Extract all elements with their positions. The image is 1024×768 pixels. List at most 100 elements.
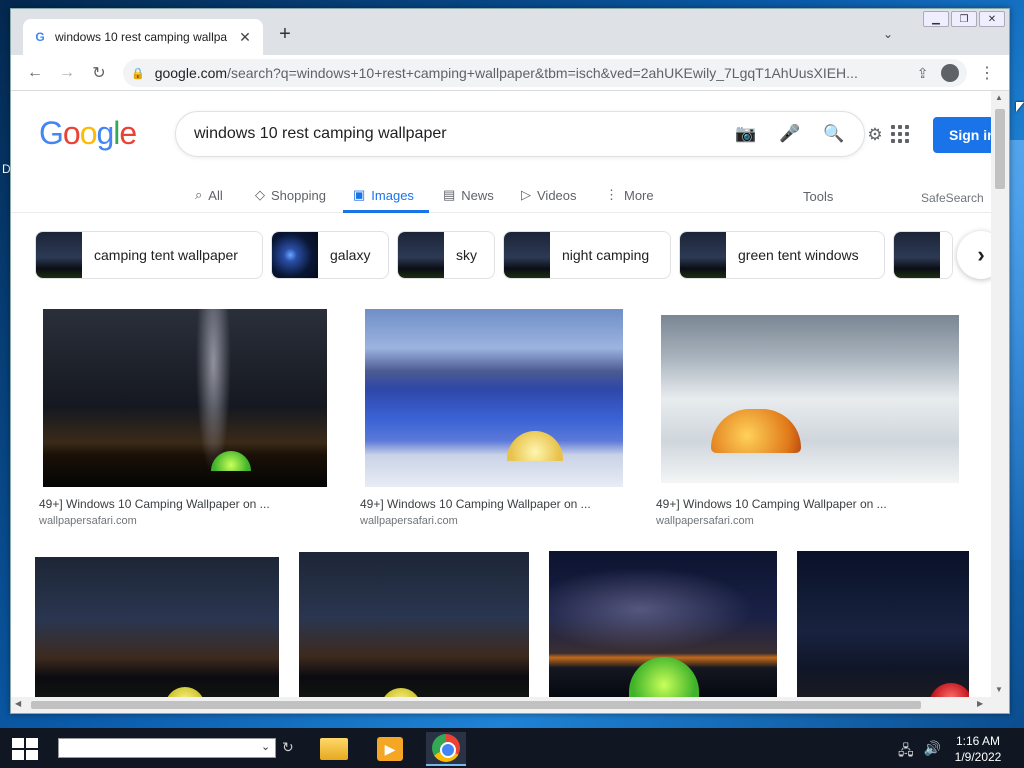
result-title[interactable]: 49+] Windows 10 Camping Wallpaper on ... (656, 497, 887, 511)
search-icon: ⌕ (195, 187, 203, 202)
horizontal-scroll-thumb[interactable] (31, 701, 921, 709)
result-image[interactable] (299, 552, 529, 697)
scroll-right-arrow-icon[interactable]: ▶ (977, 699, 983, 708)
chip-label: night camping (562, 247, 650, 263)
result-source[interactable]: wallpapersafari.com (39, 515, 137, 527)
tab-images[interactable]: ▣ Images (353, 183, 414, 207)
chip-galaxy[interactable]: galaxy (271, 231, 389, 279)
taskbar-clock[interactable]: 1:16 AM 1/9/2022 (948, 733, 1008, 765)
mouse-cursor-icon (1016, 102, 1024, 112)
microphone-icon[interactable]: 🎤 (778, 122, 802, 146)
more-vertical-icon: ⋮ (605, 187, 618, 202)
tab-more[interactable]: ⋮ More (605, 183, 654, 207)
tab-strip: G windows 10 rest camping wallpa ✕ + ⌄ ▁… (11, 9, 1009, 55)
address-bar[interactable]: 🔒 google.com/search?q=windows+10+rest+ca… (123, 59, 967, 87)
file-explorer-app[interactable] (314, 732, 354, 766)
url-text[interactable]: google.com/search?q=windows+10+rest+camp… (155, 65, 909, 81)
chrome-menu-icon[interactable]: ⋮ (979, 63, 995, 83)
tab-all[interactable]: ⌕ All (195, 183, 223, 207)
share-icon[interactable]: ⇪ (917, 65, 929, 82)
folder-icon (320, 738, 348, 760)
tab-news[interactable]: ▤ News (443, 183, 494, 207)
new-tab-button[interactable]: + (275, 24, 295, 45)
tools-button[interactable]: Tools (803, 189, 833, 204)
result-source[interactable]: wallpapersafari.com (656, 515, 754, 527)
camera-icon[interactable]: 📷 (734, 122, 758, 146)
chip-label: sky (456, 247, 477, 263)
tab-label: Videos (537, 187, 577, 203)
search-query-text[interactable]: windows 10 rest camping wallpaper (194, 125, 714, 143)
volume-icon[interactable]: 🔊 (924, 740, 941, 764)
browser-tab[interactable]: G windows 10 rest camping wallpa ✕ (23, 19, 263, 55)
tab-label: More (624, 187, 654, 203)
settings-gear-icon[interactable]: ⚙ (863, 123, 887, 147)
media-player-app[interactable]: ▶ (370, 732, 410, 766)
result-image[interactable] (35, 557, 279, 697)
google-favicon-icon: G (35, 30, 45, 44)
logo-letter: e (119, 115, 137, 151)
tab-label: Shopping (271, 187, 326, 203)
result-image[interactable] (549, 551, 777, 697)
scroll-down-arrow-icon[interactable]: ▼ (995, 685, 1003, 694)
result-image[interactable] (43, 309, 327, 487)
refresh-icon[interactable]: ↻ (282, 739, 294, 756)
result-title[interactable]: 49+] Windows 10 Camping Wallpaper on ... (39, 497, 270, 511)
chrome-icon (432, 734, 460, 762)
chevron-down-icon[interactable]: ⌄ (261, 740, 270, 753)
chip-label: green tent windows (738, 247, 859, 263)
chip-night-camping[interactable]: night camping (503, 231, 671, 279)
search-input[interactable]: windows 10 rest camping wallpaper 📷 🎤 🔍 (175, 111, 865, 157)
chrome-app[interactable] (426, 732, 466, 766)
chip-camping-tent-wallpaper[interactable]: camping tent wallpaper (35, 231, 263, 279)
chevron-right-icon[interactable]: › (957, 231, 991, 279)
chip-thumbnail (398, 232, 444, 278)
clock-time: 1:16 AM (955, 734, 1001, 748)
windows-start-icon[interactable] (12, 738, 40, 760)
close-tab-icon[interactable]: ✕ (237, 29, 253, 46)
tab-label: News (461, 187, 494, 203)
taskbar-search-input[interactable]: ⌄ (58, 738, 276, 758)
google-apps-icon[interactable] (891, 125, 909, 143)
logo-letter: o (62, 115, 81, 151)
chip-thumbnail (504, 232, 550, 278)
chip-label: camping tent wallpaper (94, 247, 238, 263)
chip-thumbnail (36, 232, 82, 278)
play-icon: ▷ (521, 187, 531, 202)
chip-partial[interactable] (893, 231, 953, 279)
chevron-down-icon[interactable]: ⌄ (883, 27, 893, 41)
close-window-button[interactable]: ✕ (979, 11, 1005, 27)
result-source[interactable]: wallpapersafari.com (360, 515, 458, 527)
vertical-scroll-thumb[interactable] (995, 109, 1005, 189)
maximize-button[interactable]: ❐ (951, 11, 977, 27)
result-image[interactable] (661, 315, 959, 483)
google-images-page: Google windows 10 rest camping wallpaper… (11, 91, 991, 697)
result-image[interactable] (365, 309, 623, 487)
google-logo[interactable]: Google (39, 115, 137, 152)
active-tab-indicator (343, 210, 429, 213)
result-image[interactable] (797, 551, 969, 697)
window-controls: ▁ ❐ ✕ (923, 11, 1005, 27)
forward-arrow-icon[interactable]: → (57, 63, 77, 83)
reload-icon[interactable]: ↻ (89, 63, 109, 83)
profile-avatar-icon[interactable] (941, 64, 959, 82)
minimize-button[interactable]: ▁ (923, 11, 949, 27)
chip-green-tent-windows[interactable]: green tent windows (679, 231, 885, 279)
search-icon[interactable]: 🔍 (822, 122, 846, 146)
safesearch-button[interactable]: SafeSearch (921, 191, 984, 205)
vertical-scrollbar[interactable]: ▲ ▼ (991, 91, 1009, 697)
back-arrow-icon[interactable]: ← (25, 63, 45, 83)
chip-thumbnail (680, 232, 726, 278)
tag-icon: ◇ (255, 187, 265, 202)
search-type-tabs: ⌕ All ◇ Shopping ▣ Images ▤ News ▷ Videos ⋮ Mo… (11, 177, 991, 213)
chip-sky[interactable]: sky (397, 231, 495, 279)
scroll-left-arrow-icon[interactable]: ◀ (15, 699, 21, 708)
horizontal-scrollbar[interactable]: ◀ ▶ (11, 697, 1009, 713)
sign-in-button[interactable]: Sign in (933, 117, 991, 153)
tab-videos[interactable]: ▷ Videos (521, 183, 577, 207)
tab-shopping[interactable]: ◇ Shopping (255, 183, 326, 207)
chip-thumbnail (894, 232, 940, 278)
result-title[interactable]: 49+] Windows 10 Camping Wallpaper on ... (360, 497, 591, 511)
network-icon[interactable]: 🖧 (898, 740, 914, 764)
tab-label: All (208, 187, 223, 203)
scroll-up-arrow-icon[interactable]: ▲ (995, 93, 1003, 102)
